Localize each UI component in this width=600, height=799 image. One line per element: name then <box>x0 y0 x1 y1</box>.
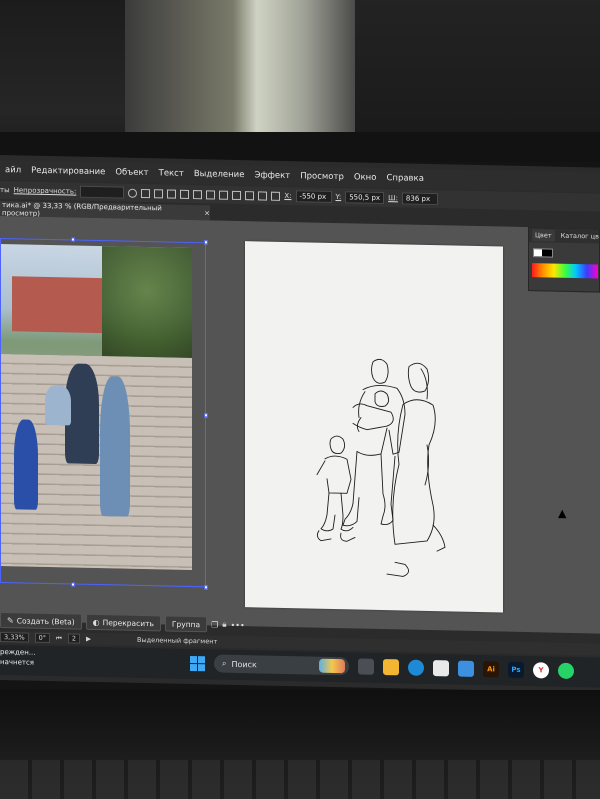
menu-item-view[interactable]: Просмотр <box>295 171 349 182</box>
x-field[interactable]: -550 px <box>295 190 332 203</box>
tab-color[interactable]: Цвет <box>532 229 555 242</box>
group-label: Группа <box>171 619 201 629</box>
y-label: Y: <box>335 193 342 202</box>
copy-icon[interactable]: ❐ <box>211 620 218 629</box>
close-icon[interactable]: × <box>204 209 210 217</box>
photoshop-app-icon[interactable]: Ps <box>508 661 524 678</box>
yandex-browser-icon[interactable]: Y <box>533 662 549 679</box>
w-field[interactable]: 836 px <box>401 192 438 206</box>
reference-point-icon[interactable] <box>271 191 281 201</box>
search-highlight-icon <box>319 658 345 674</box>
opacity-field[interactable] <box>80 185 125 199</box>
file-explorer-icon[interactable] <box>383 659 399 676</box>
menu-item-object[interactable]: Объект <box>110 167 153 178</box>
align-center-icon[interactable] <box>167 189 177 199</box>
create-beta-label: Создать (Beta) <box>16 615 75 627</box>
canvas-workspace[interactable]: Цвет Каталог цв ▲ <box>0 216 600 634</box>
recolor-icon: ◐ <box>92 617 100 627</box>
monitor-screen: айл Редактирование Объект Текст Выделени… <box>0 155 600 693</box>
first-artboard-icon[interactable]: ⏮ <box>56 634 62 643</box>
task-view-icon[interactable] <box>358 658 374 675</box>
store-icon[interactable] <box>433 660 449 677</box>
search-icon: ⌕ <box>222 658 227 668</box>
w-label: Ш: <box>388 194 398 203</box>
tab-color-catalog[interactable]: Каталог цв <box>561 232 599 241</box>
color-panel-tabs: Цвет Каталог цв <box>529 228 599 244</box>
align-middle-icon[interactable] <box>206 189 216 200</box>
group-button[interactable]: Группа <box>164 615 208 633</box>
selection-handle[interactable] <box>204 413 208 418</box>
control-label: ты <box>0 186 10 195</box>
sparkle-icon: ✎ <box>7 615 14 625</box>
fill-stroke-swatch[interactable] <box>533 248 553 258</box>
distribute-h-icon[interactable] <box>245 190 255 200</box>
create-beta-button[interactable]: ✎ Создать (Beta) <box>0 612 82 630</box>
notification-text[interactable]: режден... начнется <box>0 647 35 668</box>
color-spectrum[interactable] <box>532 263 598 279</box>
recolor-button[interactable]: ◐ Перекрасить <box>85 613 161 632</box>
artboard-number-field[interactable]: 2 <box>67 633 81 644</box>
selection-bounding-box[interactable] <box>0 237 208 590</box>
selection-status: Выделенный фрагмент <box>137 635 218 646</box>
align-top-icon[interactable] <box>193 189 203 199</box>
room-shadow <box>355 0 600 140</box>
artboard-sketch[interactable] <box>245 241 503 613</box>
x-label: X: <box>284 191 292 201</box>
next-artboard-icon[interactable]: ▶ <box>86 635 91 643</box>
menu-item-select[interactable]: Выделение <box>189 169 250 180</box>
selection-handle[interactable] <box>71 582 75 587</box>
window-light <box>125 0 365 135</box>
taskbar-icons: ⌕ Поиск Ai Ps Y <box>190 654 574 680</box>
recolor-icon[interactable] <box>128 188 138 198</box>
color-panel[interactable]: Цвет Каталог цв <box>528 227 600 293</box>
menu-item-file[interactable]: айл <box>0 165 26 176</box>
more-options-icon[interactable]: ••• <box>231 620 245 629</box>
selection-handle[interactable] <box>71 237 75 242</box>
distribute-icon[interactable] <box>232 190 242 200</box>
opacity-label[interactable]: Непрозрачность: <box>14 186 77 195</box>
align-left-icon[interactable] <box>154 188 164 198</box>
align-bottom-icon[interactable] <box>219 190 229 200</box>
search-label: Поиск <box>231 659 257 669</box>
whatsapp-icon[interactable] <box>558 662 574 680</box>
menu-item-effect[interactable]: Эффект <box>249 170 295 181</box>
y-field[interactable]: 550,5 px <box>345 191 385 205</box>
rotation-field[interactable]: 0° <box>34 632 51 644</box>
lock-icon[interactable]: 🔒︎ <box>222 620 226 630</box>
windows-start-icon[interactable] <box>190 655 205 671</box>
selection-handle[interactable] <box>204 240 208 245</box>
line-art-drawing <box>316 358 446 577</box>
menu-item-edit[interactable]: Редактирование <box>26 166 110 178</box>
recolor-label: Перекрасить <box>102 617 154 628</box>
monitor-bezel-bottom <box>0 690 600 799</box>
room-background <box>0 0 600 162</box>
zoom-field[interactable]: 3,33% <box>0 632 29 643</box>
selection-handle[interactable] <box>204 585 208 590</box>
menu-item-text[interactable]: Текст <box>154 168 189 179</box>
calendar-icon[interactable] <box>458 660 474 677</box>
mouse-pointer-icon: ▲ <box>558 506 567 520</box>
illustrator-app-icon[interactable]: Ai <box>483 661 499 678</box>
edge-browser-icon[interactable] <box>408 659 424 676</box>
align-grid-icon[interactable] <box>141 188 151 198</box>
notification-line-2: начнется <box>0 658 35 667</box>
menu-item-window[interactable]: Окно <box>349 172 382 183</box>
distribute-v-icon[interactable] <box>258 190 268 201</box>
align-right-icon[interactable] <box>180 189 190 199</box>
keyboard-keys <box>0 760 600 799</box>
menu-item-help[interactable]: Справка <box>381 173 428 184</box>
taskbar-search[interactable]: ⌕ Поиск <box>214 654 349 676</box>
